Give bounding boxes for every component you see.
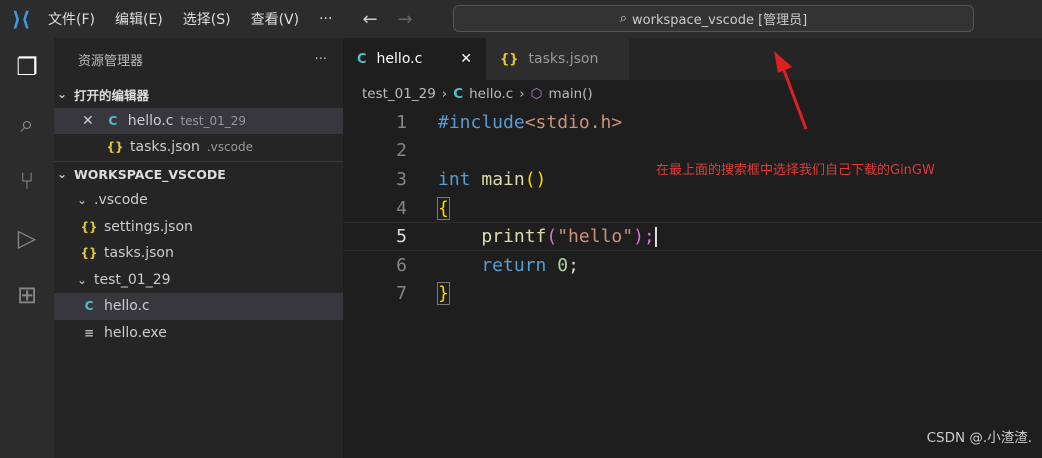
code-token: main <box>470 168 525 190</box>
line-number: 2 <box>396 140 407 162</box>
folder-item[interactable]: ⌄ .vscode <box>54 187 343 214</box>
file-name: hello.c <box>127 112 174 129</box>
line-number: 1 <box>396 111 407 133</box>
menu-view[interactable]: 查看(V) <box>251 9 300 29</box>
code-editor[interactable]: 1 #include<stdio.h> 2 3 int main() 4 { 5 pr… <box>343 108 1042 308</box>
code-token: } <box>437 282 450 306</box>
code-token: ); <box>633 226 655 248</box>
menu-selection[interactable]: 选择(S) <box>183 9 231 29</box>
file-name: tasks.json <box>130 139 200 156</box>
folder-name: .vscode <box>94 192 148 209</box>
section-label: 打开的编辑器 <box>74 87 150 103</box>
explorer-icon[interactable]: ❐ <box>0 38 54 95</box>
section-label: WORKSPACE_VSCODE <box>74 166 226 182</box>
breadcrumb-folder[interactable]: test_01_29 <box>362 86 436 102</box>
close-icon[interactable]: ✕ <box>460 51 472 67</box>
breadcrumb-symbol[interactable]: main() <box>548 86 592 102</box>
file-item[interactable]: Chello.c <box>54 293 343 320</box>
watermark: CSDN @.小渣渣. <box>926 430 1032 446</box>
folder-name: test_01_29 <box>94 271 171 288</box>
c-file-icon: C <box>108 113 118 128</box>
code-token: <stdio.h> <box>524 111 623 133</box>
line-number: 5 <box>396 226 407 248</box>
folder-item[interactable]: ⌄ test_01_29 <box>54 267 343 294</box>
chevron-down-icon: ⌄ <box>56 87 68 102</box>
command-center-search[interactable]: ⌕ workspace_vscode [管理员] <box>453 5 974 32</box>
source-control-icon[interactable]: ⑂ <box>0 152 54 209</box>
c-file-icon: C <box>84 299 94 314</box>
file-item[interactable]: {} settings.json <box>54 214 343 241</box>
code-token: ; <box>568 254 579 276</box>
code-token: int <box>438 168 471 190</box>
line-number: 4 <box>396 197 407 219</box>
code-token: ( <box>546 226 558 248</box>
code-token: 0 <box>546 254 569 276</box>
annotation-arrow-icon <box>774 51 808 130</box>
cube-icon: ⬡ <box>530 86 543 102</box>
code-token: #include <box>438 111 525 133</box>
file-item[interactable]: ≡ hello.exe <box>54 320 343 347</box>
activity-bar: ❐ ⌕ ⑂ ▷ ⊞ <box>0 38 54 458</box>
breadcrumb: test_01_29 › Chello.c › ⬡ main() <box>343 80 1042 108</box>
chevron-right-icon: › <box>519 86 525 102</box>
run-debug-icon[interactable]: ▷ <box>0 209 54 266</box>
file-item[interactable]: {} tasks.json <box>54 240 343 267</box>
forward-arrow-icon[interactable]: → <box>398 9 413 30</box>
file-name: tasks.json <box>104 245 174 262</box>
open-editors-section[interactable]: ⌄ 打开的编辑器 <box>54 81 343 108</box>
open-editor-item[interactable]: {} tasks.json .vscode <box>54 134 343 161</box>
c-file-icon: C <box>357 51 367 67</box>
explorer-sidebar: 资源管理器 ··· ⌄ 打开的编辑器 ✕ Chello.c test_01_29 {} t… <box>54 38 343 458</box>
line-number: 3 <box>396 168 407 190</box>
json-file-icon: {} <box>80 246 98 261</box>
close-icon[interactable]: ✕ <box>82 113 94 129</box>
code-token: { <box>437 196 450 220</box>
file-lines-icon: ≡ <box>83 325 95 340</box>
tab-label: tasks.json <box>528 51 599 67</box>
file-desc: .vscode <box>206 140 253 155</box>
code-token: "hello" <box>557 226 634 248</box>
search-icon: ⌕ <box>619 11 628 26</box>
file-desc: test_01_29 <box>180 113 247 128</box>
tab-tasks-json[interactable]: {} tasks.json <box>486 38 629 80</box>
vscode-logo-icon: ⟩⟨ <box>12 7 31 31</box>
line-number: 7 <box>396 283 407 305</box>
annotation-text: 在最上面的搜索框中选择我们自己下载的GinGW <box>656 163 935 178</box>
text-cursor <box>654 227 657 248</box>
tab-hello-c[interactable]: Chello.c ✕ <box>343 38 486 80</box>
code-token: return <box>438 254 547 276</box>
file-name: settings.json <box>104 218 193 235</box>
back-arrow-icon[interactable]: ← <box>362 9 377 30</box>
chevron-down-icon: ⌄ <box>76 272 88 287</box>
tab-label: hello.c <box>376 51 423 67</box>
menu-file[interactable]: 文件(F) <box>48 9 95 29</box>
c-file-icon: C <box>453 86 464 102</box>
open-editor-item[interactable]: ✕ Chello.c test_01_29 <box>54 107 343 134</box>
json-file-icon: {} <box>500 51 519 67</box>
explorer-title: 资源管理器 <box>78 54 144 69</box>
title-bar: ⟩⟨ 文件(F) 编辑(E) 选择(S) 查看(V) ··· ← → ⌕ wor… <box>0 0 1042 38</box>
code-token: printf <box>438 226 547 248</box>
code-token: () <box>524 168 547 190</box>
breadcrumb-file[interactable]: hello.c <box>469 86 513 102</box>
file-name: hello.c <box>104 298 150 315</box>
chevron-right-icon: › <box>441 86 448 102</box>
menu-edit[interactable]: 编辑(E) <box>115 9 163 29</box>
json-file-icon: {} <box>80 219 98 234</box>
menu-more[interactable]: ··· <box>319 11 332 27</box>
extensions-icon[interactable]: ⊞ <box>0 266 54 323</box>
more-actions-button[interactable]: ··· <box>315 52 327 67</box>
chevron-down-icon: ⌄ <box>56 167 68 182</box>
search-icon[interactable]: ⌕ <box>0 95 54 152</box>
line-number: 6 <box>396 254 407 276</box>
json-file-icon: {} <box>106 140 124 155</box>
chevron-down-icon: ⌄ <box>76 193 88 208</box>
search-text: workspace_vscode [管理员] <box>632 13 808 28</box>
file-name: hello.exe <box>104 324 167 341</box>
workspace-section[interactable]: ⌄ WORKSPACE_VSCODE <box>54 160 343 188</box>
editor-area: Chello.c ✕ {} tasks.json test_01_29 › Chell… <box>343 38 1042 458</box>
